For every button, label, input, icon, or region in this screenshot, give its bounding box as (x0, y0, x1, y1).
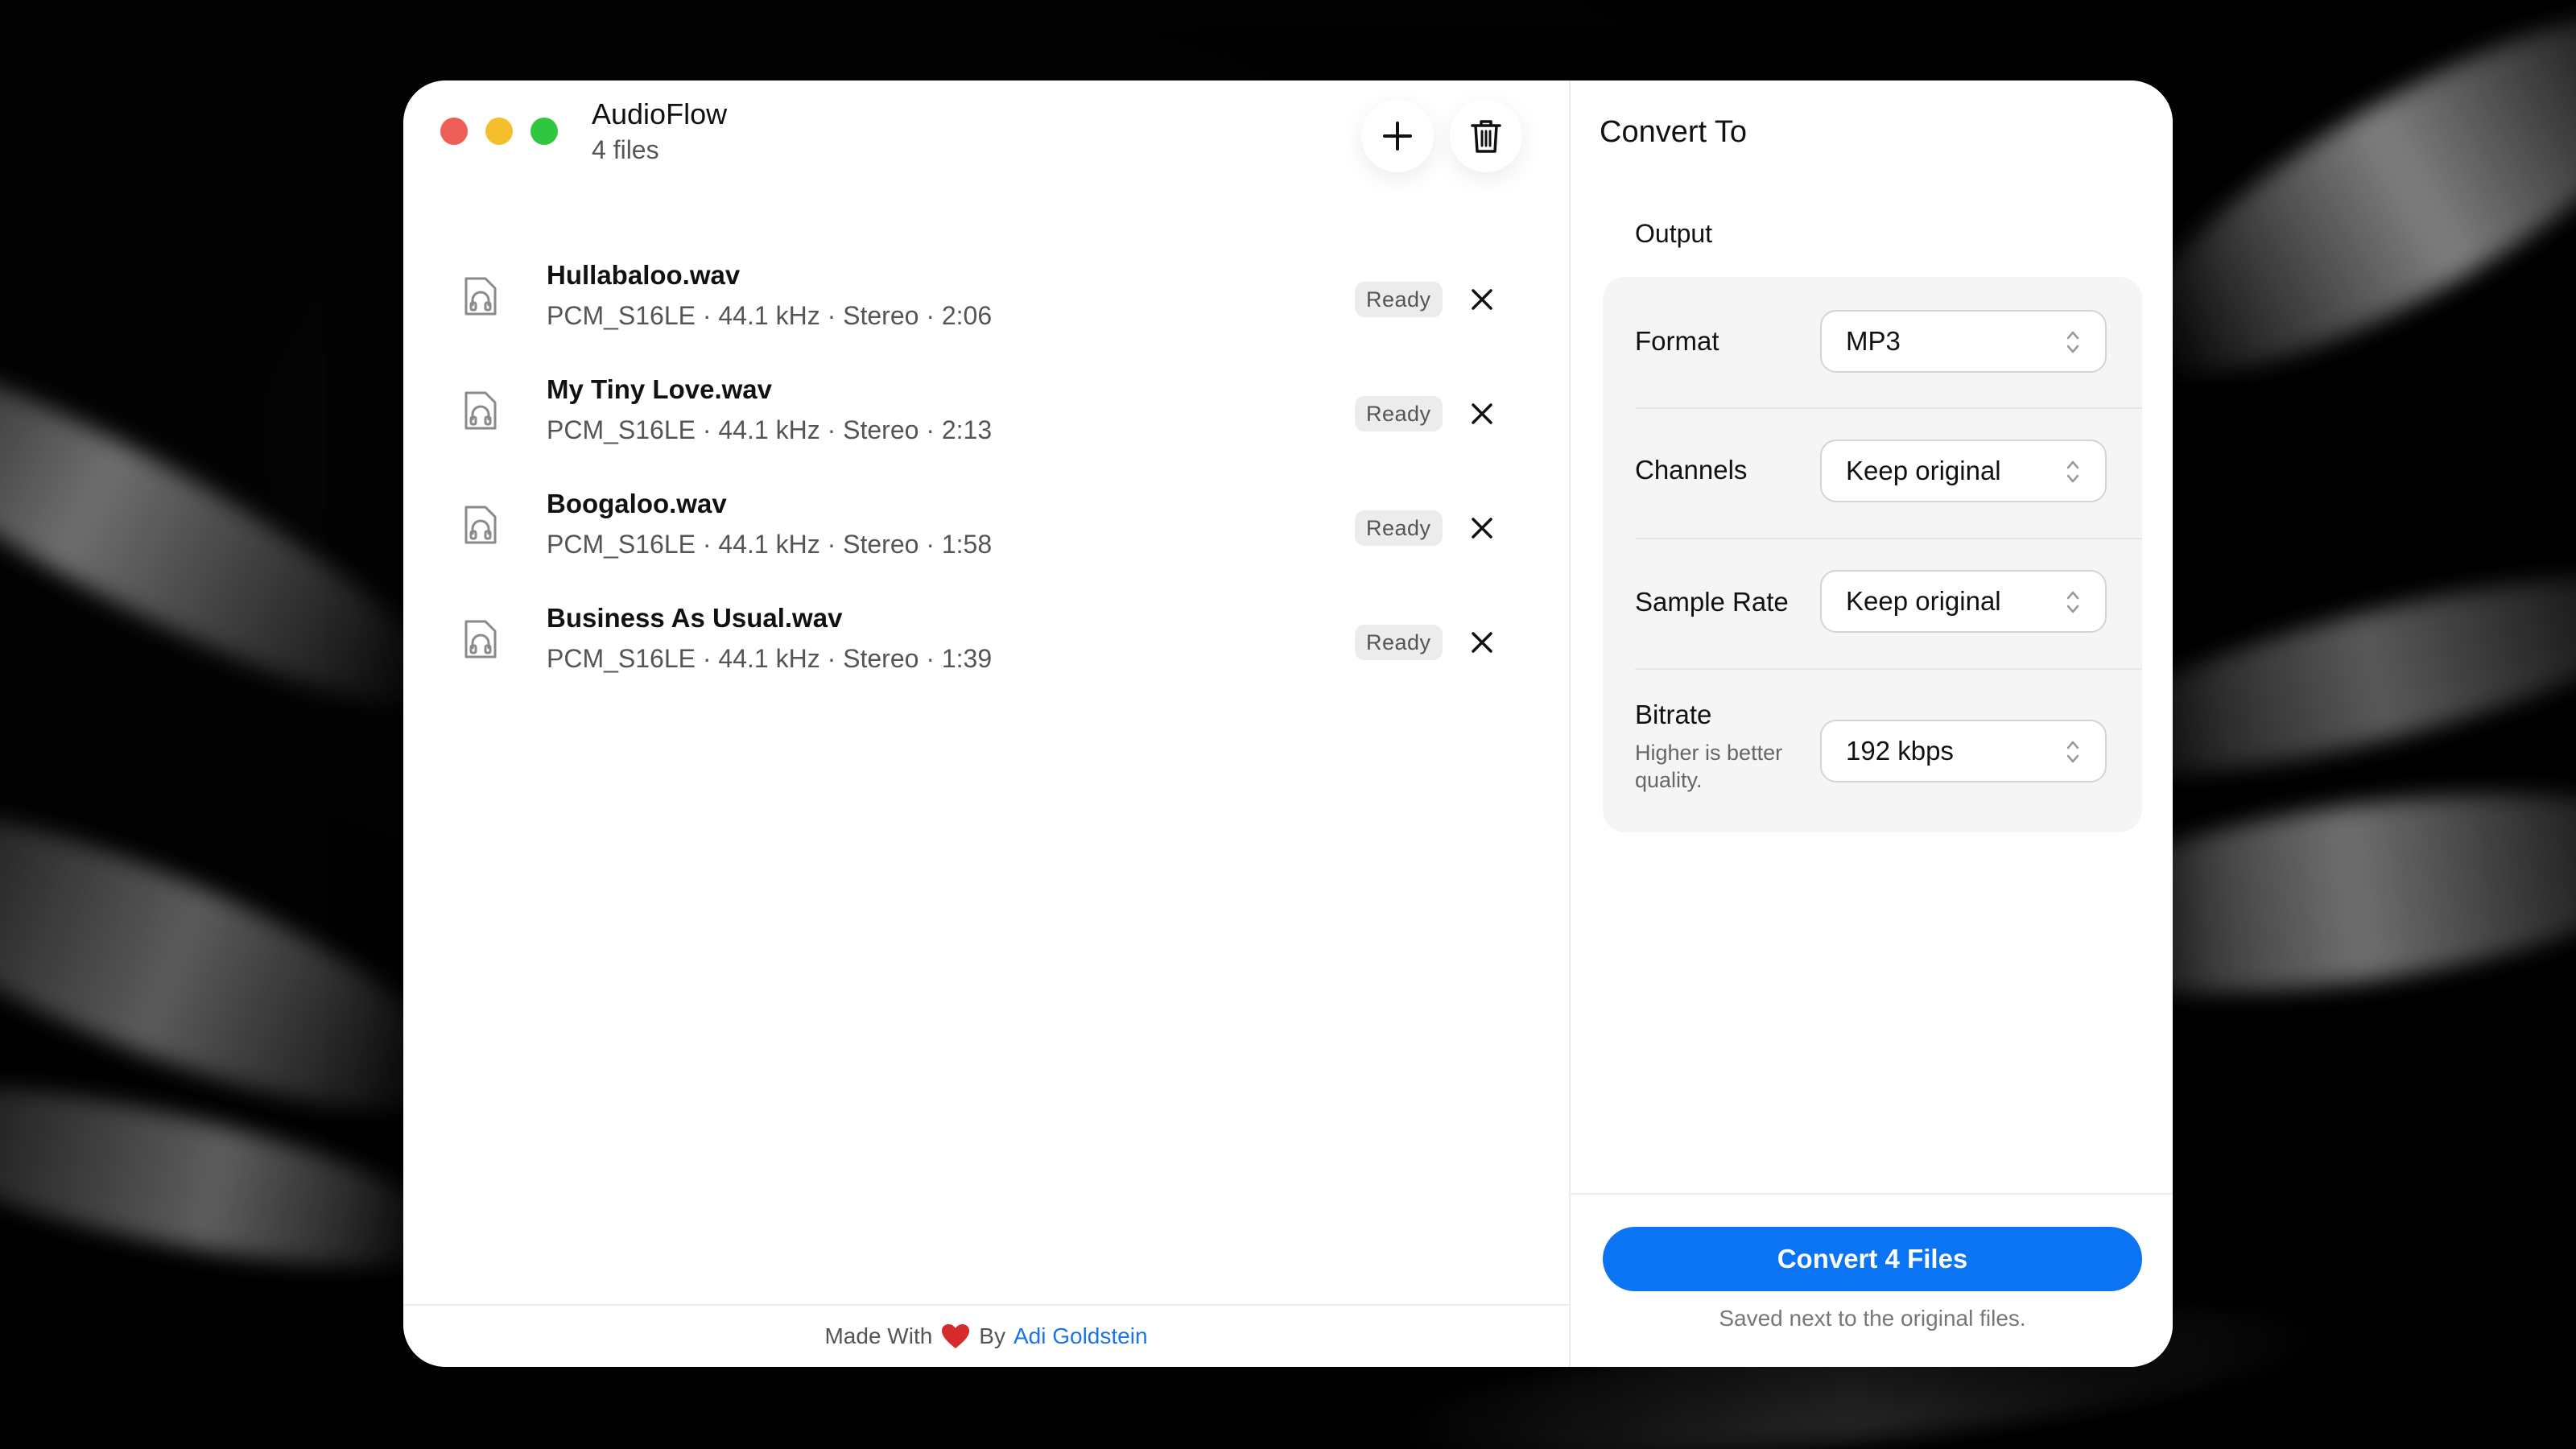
plus-icon (1383, 122, 1412, 151)
divider (1571, 1193, 2173, 1195)
file-row[interactable]: My Tiny Love.wav PCM_S16LE · 44.1 kHz · … (403, 356, 1569, 470)
setting-label: Channels (1635, 455, 1748, 485)
output-settings-card: Format MP3 Channels Keep original Sample… (1603, 277, 2142, 832)
setting-row-channels: Channels Keep original (1635, 407, 2142, 539)
file-details: PCM_S16LE · 44.1 kHz · Stereo · 2:13 (547, 415, 993, 444)
sample-rate-select[interactable]: Keep original (1820, 570, 2107, 633)
file-list: Hullabaloo.wav PCM_S16LE · 44.1 kHz · St… (403, 242, 1569, 699)
close-icon (1472, 403, 1492, 424)
chevron-up-down-icon (2066, 591, 2079, 613)
remove-file-button[interactable] (1464, 625, 1500, 660)
setting-row-sample-rate: Sample Rate Keep original (1635, 538, 2142, 670)
close-icon (1472, 632, 1492, 653)
select-value: MP3 (1846, 326, 1901, 356)
format-select[interactable]: MP3 (1820, 310, 2107, 373)
file-details: PCM_S16LE · 44.1 kHz · Stereo · 2:06 (547, 301, 993, 330)
file-name: Hullabaloo.wav (547, 260, 741, 290)
channels-select[interactable]: Keep original (1820, 440, 2107, 502)
app-title: AudioFlow (592, 97, 728, 130)
author-link[interactable]: Adi Goldstein (1013, 1323, 1148, 1349)
file-name: My Tiny Love.wav (547, 374, 772, 404)
select-value: Keep original (1846, 586, 2001, 616)
chevron-up-down-icon (2066, 741, 2079, 763)
close-icon (1472, 518, 1492, 539)
save-location-note: Saved next to the original files. (1719, 1306, 2026, 1331)
trash-icon (1471, 120, 1501, 153)
by-text: By (979, 1323, 1005, 1348)
file-name: Business As Usual.wav (547, 603, 843, 633)
bitrate-select[interactable]: 192 kbps (1820, 720, 2107, 782)
status-badge: Ready (1355, 396, 1443, 431)
remove-file-button[interactable] (1464, 510, 1500, 546)
status-badge: Ready (1355, 510, 1443, 546)
close-icon (1472, 289, 1492, 310)
file-row[interactable]: Boogaloo.wav PCM_S16LE · 44.1 kHz · Ster… (403, 470, 1569, 584)
file-details: PCM_S16LE · 44.1 kHz · Stereo · 1:58 (547, 530, 993, 559)
convert-files-button[interactable]: Convert 4 Files (1603, 1227, 2142, 1291)
close-window-button[interactable] (440, 118, 468, 145)
panel-title: Convert To (1600, 115, 1748, 149)
clear-files-button[interactable] (1450, 100, 1522, 172)
minimize-window-button[interactable] (485, 118, 513, 145)
setting-label: Sample Rate (1635, 587, 1789, 617)
file-count: 4 files (592, 135, 659, 164)
audio-file-icon (464, 620, 497, 658)
setting-help-text: Higher is better quality. (1635, 741, 1783, 792)
status-badge: Ready (1355, 282, 1443, 317)
audio-file-icon (464, 506, 497, 544)
file-name: Boogaloo.wav (547, 489, 727, 518)
remove-file-button[interactable] (1464, 282, 1500, 317)
file-details: PCM_S16LE · 44.1 kHz · Stereo · 1:39 (547, 644, 993, 673)
app-window: AudioFlow 4 files Hullabaloo.wav PCM_S16… (403, 80, 2173, 1367)
audio-file-icon (464, 277, 497, 316)
audio-file-icon (464, 391, 497, 430)
convert-panel: Convert To Output Format MP3 Channels Ke… (1569, 80, 2173, 1367)
setting-row-bitrate: Bitrate Higher is better quality. 192 kb… (1635, 668, 2142, 832)
select-value: 192 kbps (1846, 736, 1954, 766)
chevron-up-down-icon (2066, 331, 2079, 353)
window-controls (440, 118, 558, 145)
setting-label: Format (1635, 326, 1719, 356)
chevron-up-down-icon (2066, 460, 2079, 483)
add-files-button[interactable] (1361, 100, 1434, 172)
file-row[interactable]: Business As Usual.wav PCM_S16LE · 44.1 k… (403, 584, 1569, 699)
select-value: Keep original (1846, 456, 2001, 485)
heart-icon (942, 1324, 970, 1348)
setting-label: Bitrate (1635, 700, 1712, 729)
status-badge: Ready (1355, 625, 1443, 660)
file-list-pane: AudioFlow 4 files Hullabaloo.wav PCM_S16… (403, 80, 1569, 1367)
file-row[interactable]: Hullabaloo.wav PCM_S16LE · 44.1 kHz · St… (403, 242, 1569, 356)
made-with-text: Made With (824, 1323, 933, 1348)
footer-credit: Made With By Adi Goldstein (403, 1304, 1569, 1367)
section-heading-output: Output (1635, 219, 1713, 248)
setting-row-format: Format MP3 (1635, 277, 2142, 409)
zoom-window-button[interactable] (530, 118, 558, 145)
remove-file-button[interactable] (1464, 396, 1500, 431)
